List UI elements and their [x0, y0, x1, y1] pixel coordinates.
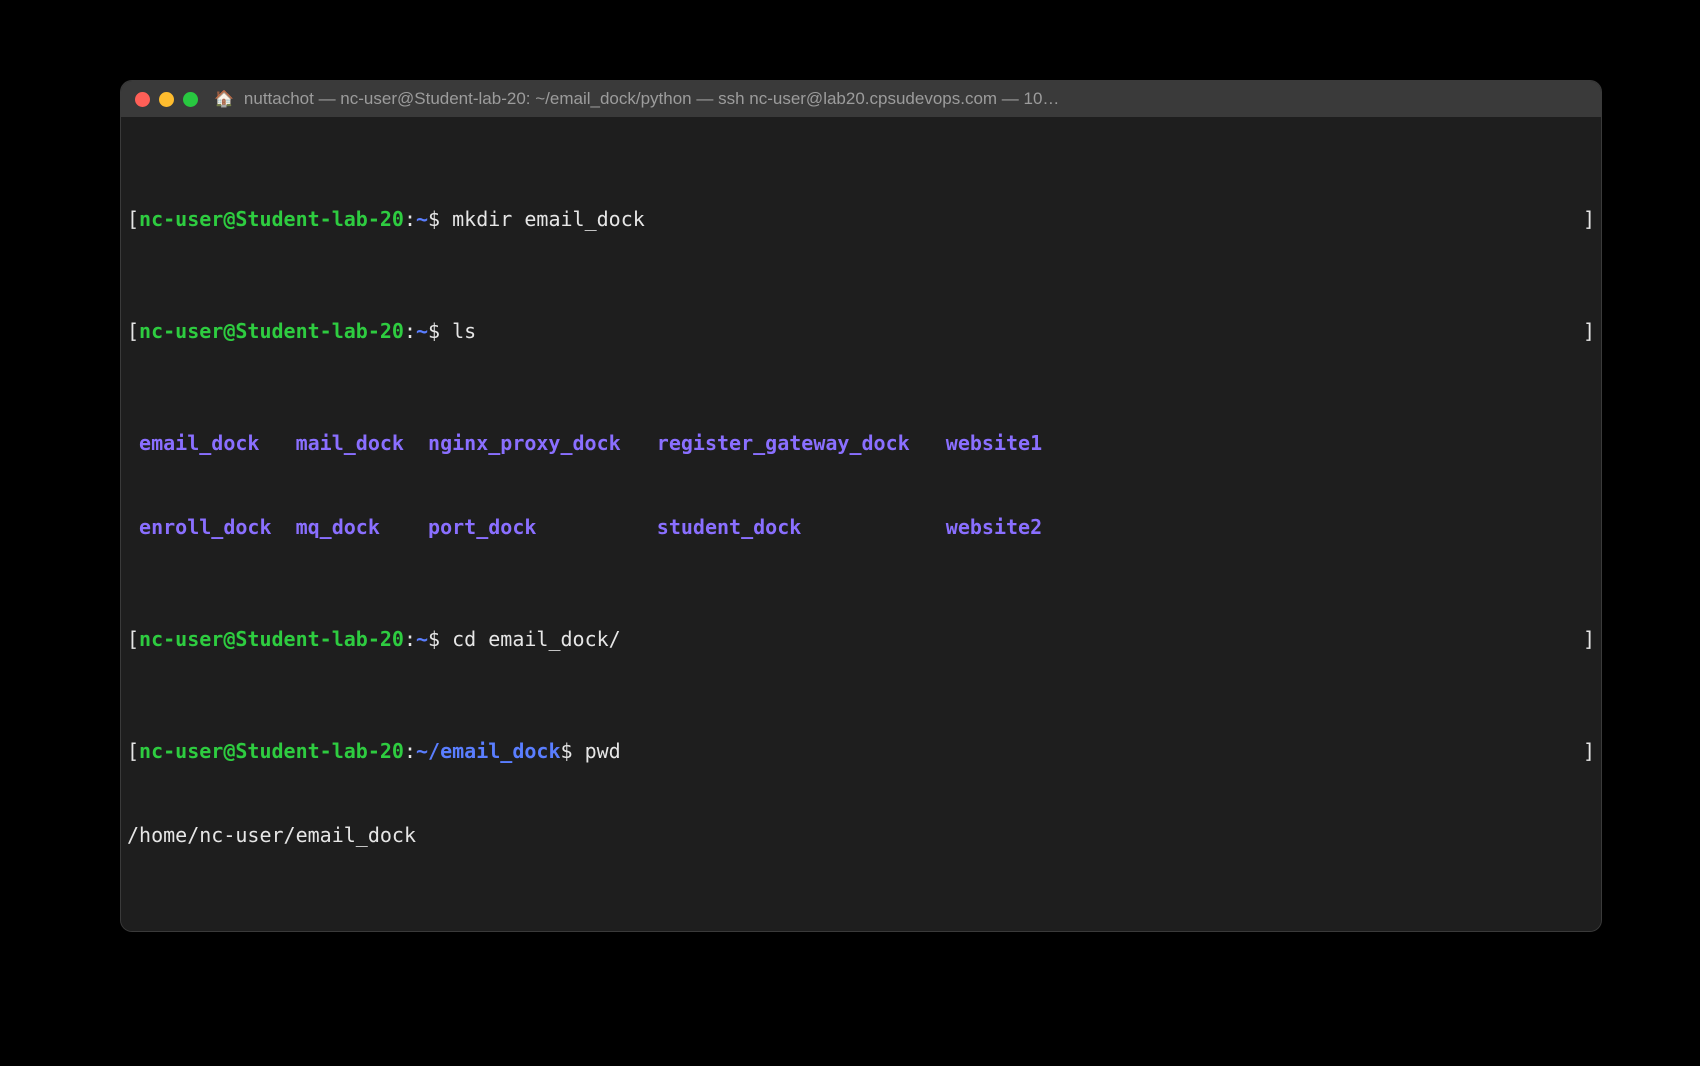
prompt-user: nc-user@Student-lab-20: [139, 739, 404, 763]
terminal-output: email_dock mail_dock nginx_proxy_dock re…: [127, 429, 1595, 457]
maximize-icon[interactable]: [183, 92, 198, 107]
prompt-path: ~: [416, 319, 428, 343]
terminal-output: /home/nc-user/email_dock: [127, 821, 1595, 849]
bracket-left: [: [127, 739, 139, 763]
prompt-path: ~/email_dock: [416, 739, 561, 763]
prompt-path: ~: [416, 627, 428, 651]
minimize-icon[interactable]: [159, 92, 174, 107]
prompt-symbol: $: [561, 739, 585, 763]
terminal-body[interactable]: [nc-user@Student-lab-20:~$ mkdir email_d…: [121, 117, 1601, 931]
terminal-line: [nc-user@Student-lab-20:~$ mkdir email_d…: [127, 205, 1595, 233]
close-icon[interactable]: [135, 92, 150, 107]
traffic-lights: [135, 92, 198, 107]
terminal-line: [nc-user@Student-lab-20:~$ ls ]: [127, 317, 1595, 345]
terminal-line: [nc-user@Student-lab-20:~$ cd email_dock…: [127, 625, 1595, 653]
ls-output: email_dock mail_dock nginx_proxy_dock re…: [127, 429, 1042, 457]
command-text: cd email_dock/: [452, 627, 621, 651]
terminal-line: [nc-user@Student-lab-20:~/email_dock$ pw…: [127, 737, 1595, 765]
bracket-left: [: [127, 207, 139, 231]
titlebar[interactable]: 🏠 nuttachot — nc-user@Student-lab-20: ~/…: [121, 81, 1601, 117]
bracket-left: [: [127, 319, 139, 343]
prompt-user: nc-user@Student-lab-20: [139, 207, 404, 231]
home-icon: 🏠: [214, 89, 234, 109]
command-text: ls: [452, 319, 476, 343]
bracket-right: ]: [1583, 317, 1595, 345]
prompt-sep: :: [404, 207, 416, 231]
bracket-left: [: [127, 627, 139, 651]
prompt-sep: :: [404, 319, 416, 343]
prompt-user: nc-user@Student-lab-20: [139, 627, 404, 651]
prompt-sep: :: [404, 739, 416, 763]
window-title: nuttachot — nc-user@Student-lab-20: ~/em…: [244, 89, 1060, 109]
bracket-right: ]: [1583, 737, 1595, 765]
terminal-output: enroll_dock mq_dock port_dock student_do…: [127, 513, 1595, 541]
command-text: pwd: [585, 739, 621, 763]
prompt-symbol: $: [428, 627, 452, 651]
prompt-sep: :: [404, 627, 416, 651]
prompt-path: ~: [416, 207, 428, 231]
ls-output: enroll_dock mq_dock port_dock student_do…: [127, 513, 1042, 541]
prompt-symbol: $: [428, 319, 452, 343]
bracket-right: ]: [1583, 625, 1595, 653]
prompt-symbol: $: [428, 207, 452, 231]
prompt-user: nc-user@Student-lab-20: [139, 319, 404, 343]
terminal-window: 🏠 nuttachot — nc-user@Student-lab-20: ~/…: [120, 80, 1602, 932]
command-text: mkdir email_dock: [452, 207, 645, 231]
bracket-right: ]: [1583, 205, 1595, 233]
pwd-output: /home/nc-user/email_dock: [127, 821, 416, 849]
